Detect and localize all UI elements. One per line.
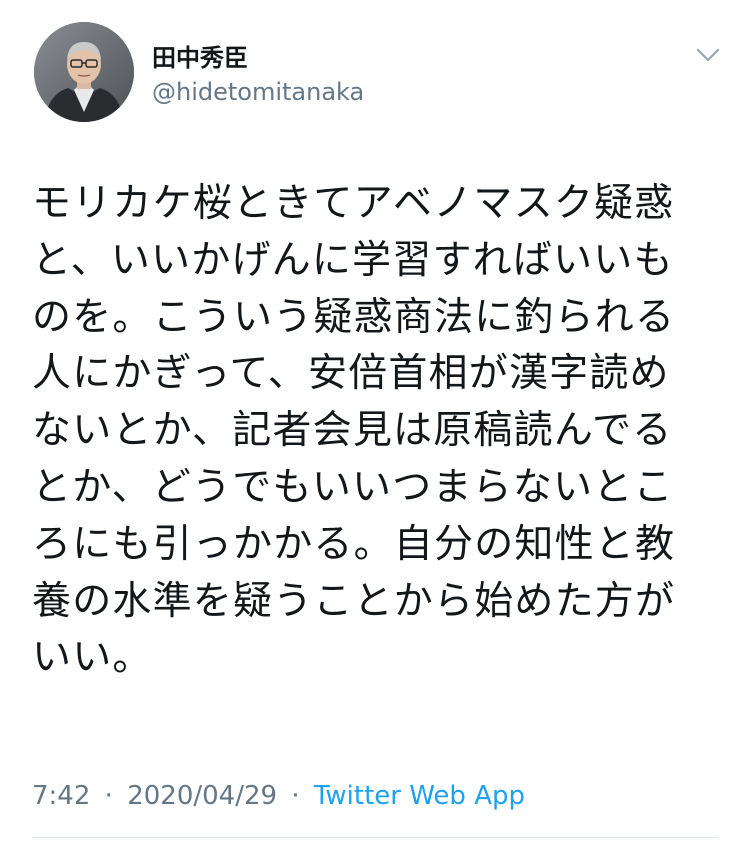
- meta-separator: ·: [104, 781, 113, 811]
- meta-separator: ·: [291, 781, 300, 811]
- chevron-down-icon[interactable]: [694, 44, 722, 66]
- author-display-name[interactable]: 田中秀臣: [152, 44, 248, 72]
- avatar-photo: [34, 22, 134, 122]
- tweet-text: モリカケ桜ときてアベノマスク疑惑 と、いいかげんに学習すればいいも のを。こうい…: [32, 176, 722, 687]
- tweet-text-line: 養の水準を疑うことから始めた方が: [32, 578, 676, 624]
- tweet-text-line: モリカケ桜ときてアベノマスク疑惑: [32, 181, 675, 226]
- tweet-text-line: と、いいかげんに学習すればいいも: [32, 237, 674, 283]
- tweet-text-line: 人にかぎって、安倍首相が漢字読め: [32, 351, 670, 397]
- tweet-text-line: とか、どうでもいいつまらないとこ: [32, 464, 674, 510]
- avatar[interactable]: [34, 22, 134, 122]
- tweet-text-line: ろにも引っかかる。自分の知性と教: [32, 521, 676, 567]
- tweet-text-line: ないとか、記者会見は原稿読んでる: [32, 408, 673, 454]
- tweet-card: 田中秀臣 @hidetomitanaka モリカケ桜ときてアベノマスク疑惑 と、…: [0, 0, 750, 842]
- tweet-time[interactable]: 7:42: [32, 781, 90, 811]
- divider: [32, 837, 718, 838]
- tweet-text-line: のを。こういう疑惑商法に釣られる: [32, 294, 676, 340]
- tweet-date[interactable]: 2020/04/29: [127, 781, 277, 811]
- tweet-text-line: いい。: [32, 635, 153, 681]
- tweet-source-link[interactable]: Twitter Web App: [314, 781, 525, 811]
- tweet-metadata: 7:42 · 2020/04/29 · Twitter Web App: [32, 780, 525, 812]
- author-handle[interactable]: @hidetomitanaka: [152, 78, 364, 106]
